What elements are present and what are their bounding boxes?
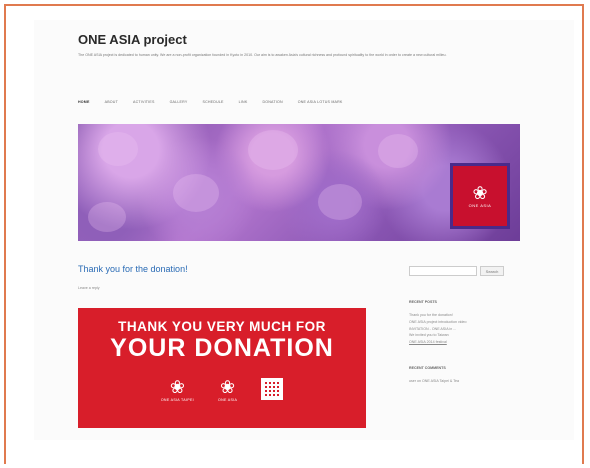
post-title[interactable]: Thank you for the donation! <box>78 264 188 274</box>
lotus-icon: ❀ <box>472 183 488 203</box>
recent-post-item[interactable]: Thank you for the donation! <box>409 312 519 319</box>
search-input[interactable] <box>409 266 477 276</box>
recent-post-item[interactable]: We invited you to Taiwan <box>409 332 519 339</box>
screenshot-frame: ONE ASIA project The ONE ASIA project is… <box>4 4 584 464</box>
taipei-logo: ❀ ONE ASIA TAIPEI <box>161 378 194 402</box>
lotus-icon: ❀ <box>169 377 185 397</box>
leave-reply-link[interactable]: Leave a reply <box>78 286 100 290</box>
banner-logos: ❀ ONE ASIA TAIPEI ❀ ONE ASIA <box>78 378 366 402</box>
logo-text: ONE ASIA <box>468 203 492 208</box>
lotus-icon: ❀ <box>220 377 236 397</box>
taipei-logo-text: ONE ASIA TAIPEI <box>160 398 194 402</box>
banner-line-1: THANK YOU VERY MUCH FOR <box>118 319 326 334</box>
nav-item-activities[interactable]: ACTIVITIES <box>133 100 155 104</box>
web-page: ONE ASIA project The ONE ASIA project is… <box>34 20 574 440</box>
nav-item-gallery[interactable]: GALLERY <box>170 100 188 104</box>
one-asia-logo[interactable]: ❀ ONE ASIA <box>450 163 510 229</box>
search-button[interactable]: Search <box>480 266 504 276</box>
banner-line-2: YOUR DONATION <box>110 334 334 362</box>
donation-banner-image: THANK YOU VERY MUCH FOR YOUR DONATION ❀ … <box>78 308 366 428</box>
recent-post-item[interactable]: INVITATION - ONE ASIA in ... <box>409 326 519 333</box>
recent-comment-item[interactable]: user on ONE ASIA Taipei & Tea <box>409 379 519 383</box>
nav-item-schedule[interactable]: SCHEDULE <box>202 100 223 104</box>
site-tagline: The ONE ASIA project is dedicated to hum… <box>78 53 447 57</box>
search-form: Search <box>409 266 519 276</box>
main-navigation: HOME ABOUT ACTIVITIES GALLERY SCHEDULE L… <box>78 100 343 104</box>
nav-item-home[interactable]: HOME <box>78 100 90 104</box>
nav-item-donation[interactable]: DONATION <box>262 100 282 104</box>
recent-posts-title: RECENT POSTS <box>409 300 437 304</box>
one-asia-banner-logo-text: ONE ASIA <box>217 398 238 402</box>
one-asia-banner-logo: ❀ ONE ASIA <box>218 378 237 402</box>
nav-item-about[interactable]: ABOUT <box>105 100 118 104</box>
nav-item-lotus-mark[interactable]: ONE ASIA LOTUS MARK <box>298 100 343 104</box>
nav-item-link[interactable]: LINK <box>239 100 248 104</box>
sidebar: Search RECENT POSTS Thank you for the do… <box>409 266 519 383</box>
recent-post-item[interactable]: ONE ASIA project introduction video <box>409 319 519 326</box>
recent-posts-list: Thank you for the donation! ONE ASIA pro… <box>409 312 519 346</box>
qr-code-icon <box>261 378 284 400</box>
recent-post-item[interactable]: ONE ASIA 2014 festival <box>409 339 519 346</box>
site-title[interactable]: ONE ASIA project <box>78 32 187 47</box>
recent-comments-title: RECENT COMMENTS <box>409 365 446 370</box>
header-image-hydrangea: ❀ ONE ASIA <box>78 124 520 241</box>
